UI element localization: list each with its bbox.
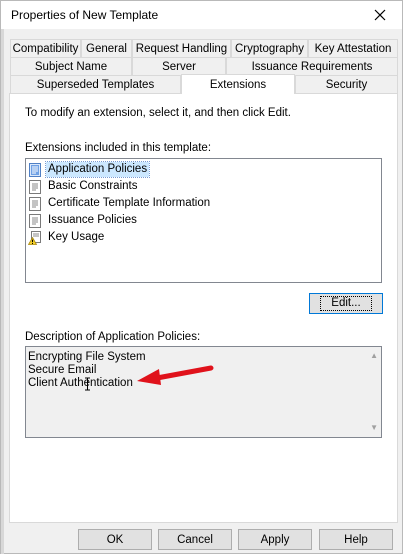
policy-icon [28,162,42,177]
tab-security[interactable]: Security [295,75,398,93]
tab-compatibility[interactable]: Compatibility [10,39,81,57]
list-item-key-usage[interactable]: Key Usage [27,229,106,246]
warning-document-icon [27,230,42,245]
extensions-list[interactable]: Application Policies Basic Constraints C… [25,158,382,283]
document-icon [28,213,42,228]
list-item-application-policies[interactable]: Application Policies [28,161,151,178]
list-item-basic-constraints[interactable]: Basic Constraints [28,178,139,195]
edit-button[interactable]: Edit... [309,293,383,314]
close-icon [374,9,386,21]
text-cursor-icon [85,377,90,391]
list-item-certificate-template-information[interactable]: Certificate Template Information [28,195,212,212]
tab-general[interactable]: General [81,39,132,57]
tab-issuance-requirements[interactable]: Issuance Requirements [226,57,398,75]
title-bar: Properties of New Template [1,1,402,29]
window-edge [1,29,4,554]
tab-cryptography[interactable]: Cryptography [231,39,308,57]
extensions-label: Extensions included in this template: [25,142,212,154]
properties-dialog: Properties of New Template Compatibility… [0,0,403,554]
description-line: Client Authentication [28,377,133,389]
tab-superseded-templates[interactable]: Superseded Templates [10,75,181,93]
annotation-arrow-icon [137,365,214,385]
cancel-button[interactable]: Cancel [158,529,232,550]
tab-request-handling[interactable]: Request Handling [132,39,231,57]
tab-key-attestation[interactable]: Key Attestation [308,39,398,57]
window-title: Properties of New Template [11,8,159,22]
help-button[interactable]: Help [319,529,393,550]
tab-server[interactable]: Server [132,57,226,75]
description-line: Secure Email [28,364,97,376]
scroll-down-icon[interactable]: ▼ [370,423,378,432]
tab-extensions[interactable]: Extensions [181,74,295,94]
tab-subject-name[interactable]: Subject Name [10,57,132,75]
list-item-issuance-policies[interactable]: Issuance Policies [28,212,139,229]
description-line: Encrypting File System [28,351,146,363]
close-button[interactable] [358,1,402,29]
instruction-text: To modify an extension, select it, and t… [25,107,291,119]
description-label: Description of Application Policies: [25,331,201,343]
apply-button[interactable]: Apply [238,529,312,550]
document-icon [28,179,42,194]
extensions-panel: To modify an extension, select it, and t… [9,93,398,523]
ok-button[interactable]: OK [78,529,152,550]
scroll-up-icon[interactable]: ▲ [370,351,378,360]
document-icon [28,196,42,211]
